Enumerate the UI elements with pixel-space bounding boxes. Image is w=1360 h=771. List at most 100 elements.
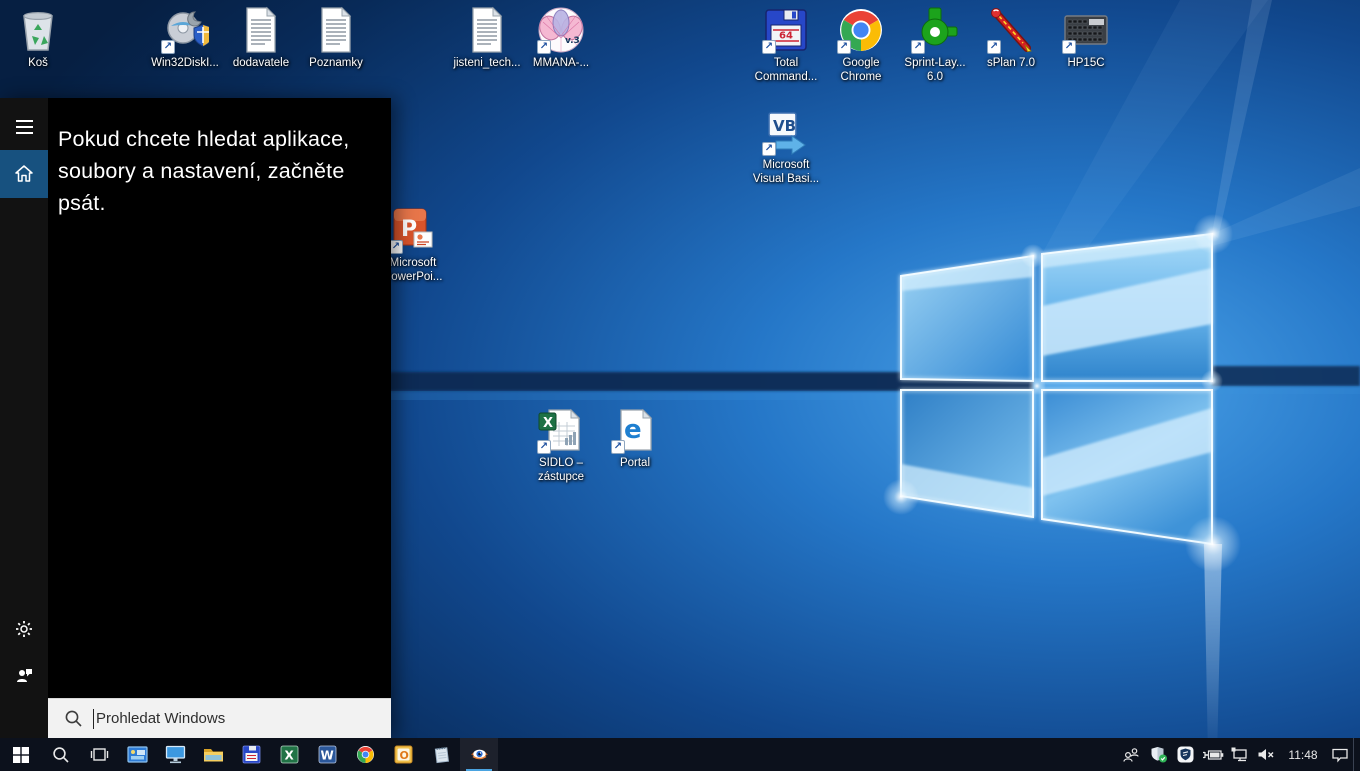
search-panel-body: Pokud chcete hledat aplikace, soubory a … (48, 98, 391, 738)
tray-network-icon[interactable] (1226, 738, 1253, 771)
tray-defender-icon[interactable] (1145, 738, 1172, 771)
eye-app-icon (470, 745, 489, 764)
desktop-icon-label: MMANA-... (533, 57, 589, 71)
desktop-icon-label: SIDLO – zástupce (523, 457, 599, 484)
tray-volume-muted-icon[interactable] (1253, 738, 1280, 771)
desktop-icon-poznamky[interactable]: Poznamky (298, 6, 374, 71)
text-document-icon (237, 6, 285, 54)
tray-people-icon[interactable] (1118, 738, 1145, 771)
svg-text:X: X (284, 749, 294, 763)
word-icon: W (318, 745, 337, 764)
desktop-icon-jisteni-tech[interactable]: jisteni_tech... (449, 6, 525, 71)
file-explorer-icon (203, 746, 224, 763)
desktop-icon-label: HP15C (1067, 57, 1104, 71)
display-settings-app-icon (127, 746, 148, 764)
taskbar-app-this-pc[interactable] (156, 738, 194, 771)
desktop-icon-win32diskimager[interactable]: ↗ Win32DiskI... (147, 6, 223, 71)
shortcut-arrow-icon: ↗ (762, 142, 776, 156)
shortcut-arrow-icon: ↗ (762, 40, 776, 54)
outlook-icon: O (394, 745, 413, 764)
desktop-icon-label: Microsoft Visual Basi... (748, 159, 824, 186)
feedback-button[interactable] (0, 652, 48, 698)
taskbar-app-file-explorer[interactable] (194, 738, 232, 771)
search-panel-sidebar (0, 98, 48, 738)
taskbar-app-outlook[interactable]: O (384, 738, 422, 771)
taskbar-app-word[interactable]: W (308, 738, 346, 771)
windows-logo-icon (13, 747, 29, 763)
desktop-icon-visual-basic[interactable]: VB ↗ Microsoft Visual Basi... (748, 108, 824, 186)
search-input[interactable] (96, 699, 391, 738)
taskbar-app-excel[interactable]: X (270, 738, 308, 771)
desktop-icon-recycle-bin[interactable]: Koš (0, 6, 76, 71)
vb-letters-text: VB (773, 117, 796, 135)
shortcut-arrow-icon: ↗ (1062, 40, 1076, 54)
desktop-icon-label: Portal (620, 457, 650, 471)
desktop-icon-portal[interactable]: e ↗ Portal (597, 406, 673, 471)
desktop-icon-splan[interactable]: ↗ sPlan 7.0 (973, 6, 1049, 71)
taskbar-app-eye-viewer[interactable] (460, 738, 498, 771)
desktop-icon-label: jisteni_tech... (453, 57, 520, 71)
action-center-button[interactable] (1326, 738, 1353, 771)
feedback-person-icon (14, 665, 34, 685)
search-hint-text: Pokud chcete hledat aplikace, soubory a … (58, 123, 377, 219)
show-desktop-button[interactable] (1353, 738, 1360, 771)
taskbar-app-notepad[interactable] (422, 738, 460, 771)
desktop-icon-label: Total Command... (748, 57, 824, 84)
floppy-64-text: 64 (779, 31, 793, 42)
start-button[interactable] (0, 738, 42, 771)
tray-fsecure-icon[interactable] (1172, 738, 1199, 771)
taskbar-app-chrome[interactable] (346, 738, 384, 771)
this-pc-icon (165, 745, 186, 764)
excel-icon: X (280, 745, 299, 764)
home-button[interactable] (0, 150, 48, 198)
taskbar-app-display-settings[interactable] (118, 738, 156, 771)
search-icon (52, 746, 70, 764)
shortcut-arrow-icon: ↗ (537, 40, 551, 54)
shortcut-arrow-icon: ↗ (537, 440, 551, 454)
text-document-icon (463, 6, 511, 54)
taskbar-app-total-commander[interactable] (232, 738, 270, 771)
desktop-icon-label: Google Chrome (823, 57, 899, 84)
svg-text:W: W (320, 749, 333, 763)
settings-button[interactable] (0, 606, 48, 652)
tray-battery-icon[interactable] (1199, 738, 1226, 771)
taskbar-clock[interactable]: 11:48 (1280, 738, 1326, 771)
desktop-icon-label: Sprint-Lay... 6.0 (897, 57, 973, 84)
edge-letter-text: e (624, 415, 642, 445)
desktop-icon-google-chrome[interactable]: ↗ Google Chrome (823, 6, 899, 84)
search-icon (64, 709, 83, 728)
desktop-icon-total-commander[interactable]: 64 ↗ Total Command... (748, 6, 824, 84)
desktop-icon-label: Koš (28, 57, 48, 71)
desktop-icon-mmana[interactable]: v.3 ↗ MMANA-... (523, 6, 599, 71)
taskbar-search-button[interactable] (42, 738, 80, 771)
taskbar: X W O (0, 738, 1360, 771)
shortcut-arrow-icon: ↗ (389, 240, 403, 254)
mmana-version-text: v.3 (565, 36, 580, 46)
recycle-bin-icon (14, 6, 62, 54)
shortcut-arrow-icon: ↗ (911, 40, 925, 54)
chrome-icon (356, 745, 375, 764)
desktop-icon-label: dodavatele (233, 57, 289, 71)
shortcut-arrow-icon: ↗ (161, 40, 175, 54)
desktop-icon-dodavatele[interactable]: dodavatele (223, 6, 299, 71)
shortcut-arrow-icon: ↗ (987, 40, 1001, 54)
task-view-button[interactable] (80, 738, 118, 771)
action-center-icon (1331, 747, 1349, 763)
menu-button[interactable] (0, 104, 48, 150)
search-box[interactable] (48, 698, 391, 738)
taskbar-empty-area (498, 738, 1118, 771)
desktop-icon-sidlo[interactable]: X ↗ SIDLO – zástupce (523, 406, 599, 484)
text-document-icon (312, 6, 360, 54)
shortcut-arrow-icon: ↗ (837, 40, 851, 54)
shortcut-arrow-icon: ↗ (611, 440, 625, 454)
desktop: Koš ↗ Win32DiskI... dodavatele (0, 0, 1360, 771)
text-caret (93, 709, 94, 729)
home-icon (14, 164, 34, 184)
task-view-icon (90, 747, 109, 762)
search-panel: Pokud chcete hledat aplikace, soubory a … (0, 98, 391, 738)
desktop-icon-sprint-layout[interactable]: ↗ Sprint-Lay... 6.0 (897, 6, 973, 84)
floppy-disk-icon (242, 745, 261, 764)
desktop-icon-hp15c[interactable]: ↗ HP15C (1048, 6, 1124, 71)
desktop-icon-label: sPlan 7.0 (987, 57, 1035, 71)
notepad-icon (432, 745, 451, 764)
